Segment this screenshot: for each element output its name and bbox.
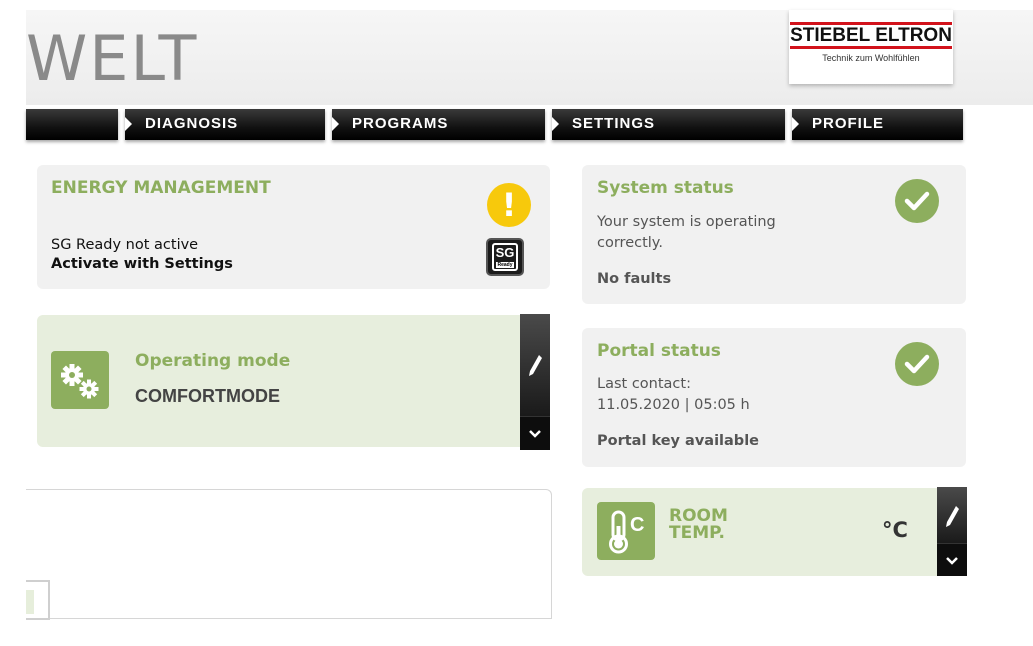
- nav-tab-profile[interactable]: PROFILE: [792, 109, 963, 140]
- room-temp-card: C ROOM TEMP. °C: [582, 488, 938, 576]
- expand-operating-mode-button[interactable]: [520, 416, 550, 450]
- system-status-title: System status: [597, 178, 734, 198]
- partial-widget: [26, 580, 50, 620]
- energy-management-title: ENERGY MANAGEMENT: [51, 178, 271, 198]
- operating-mode-value: COMFORTMODE: [135, 386, 280, 406]
- room-temp-title-line2: TEMP.: [669, 523, 725, 543]
- operating-mode-controls: [520, 314, 550, 450]
- activate-settings-hint: Activate with Settings: [51, 256, 233, 272]
- edit-room-temp-button[interactable]: [937, 487, 967, 543]
- room-temp-title: ROOM TEMP.: [669, 508, 728, 542]
- thermometer-icon-letter: C: [630, 514, 645, 536]
- portal-status-title: Portal status: [597, 341, 721, 361]
- nav-tab-programs[interactable]: PROGRAMS: [332, 109, 545, 140]
- gears-icon: [51, 351, 109, 409]
- brand-title: WELT: [26, 22, 199, 95]
- operating-mode-title: Operating mode: [135, 351, 291, 371]
- nav-tab-diagnosis[interactable]: DIAGNOSIS: [125, 109, 325, 140]
- room-temp-unit: °C: [882, 518, 908, 542]
- bottom-panel: [26, 489, 552, 619]
- last-contact-value: 11.05.2020 | 05:05 h: [597, 397, 750, 413]
- header: WELT STIEBEL ELTRON Technik zum Wohlfühl…: [26, 10, 1033, 105]
- portal-status-card: Portal status Last contact: 11.05.2020 |…: [582, 328, 966, 467]
- sg-ready-icon: SG Ready: [486, 238, 524, 276]
- stiebel-eltron-logo[interactable]: STIEBEL ELTRON Technik zum Wohlfühlen: [789, 10, 953, 84]
- logo-tagline: Technik zum Wohlfühlen: [822, 53, 920, 63]
- system-ok-check-icon: [895, 179, 939, 223]
- system-status-card: System status Your system is operating c…: [582, 165, 966, 304]
- expand-room-temp-button[interactable]: [937, 543, 967, 576]
- pencil-icon: [946, 506, 959, 527]
- logo-main-text: STIEBEL ELTRON: [790, 22, 952, 49]
- pencil-icon: [529, 355, 542, 376]
- warning-icon: !: [487, 183, 531, 227]
- energy-management-card: ENERGY MANAGEMENT SG Ready not active Ac…: [37, 165, 550, 289]
- chevron-down-icon: [529, 430, 541, 438]
- partial-widget-fill: [26, 590, 34, 614]
- edit-operating-mode-button[interactable]: [520, 314, 550, 416]
- portal-ok-check-icon: [895, 342, 939, 386]
- sg-ready-status: SG Ready not active: [51, 237, 199, 253]
- thermometer-icon: C: [597, 502, 655, 560]
- sg-ready-icon-sublabel: Ready: [496, 262, 514, 268]
- sg-ready-icon-label: SG: [495, 245, 515, 260]
- system-status-message: Your system is operating correctly.: [597, 214, 776, 251]
- room-temp-controls: [937, 487, 967, 576]
- system-faults: No faults: [597, 271, 672, 287]
- nav-tab-partial[interactable]: [26, 109, 118, 140]
- portal-key-status: Portal key available: [597, 433, 759, 449]
- operating-mode-card: Operating mode COMFORTMODE: [37, 315, 550, 447]
- chevron-down-icon: [946, 557, 958, 565]
- nav-tab-settings[interactable]: SETTINGS: [552, 109, 785, 140]
- last-contact-label: Last contact:: [597, 376, 691, 392]
